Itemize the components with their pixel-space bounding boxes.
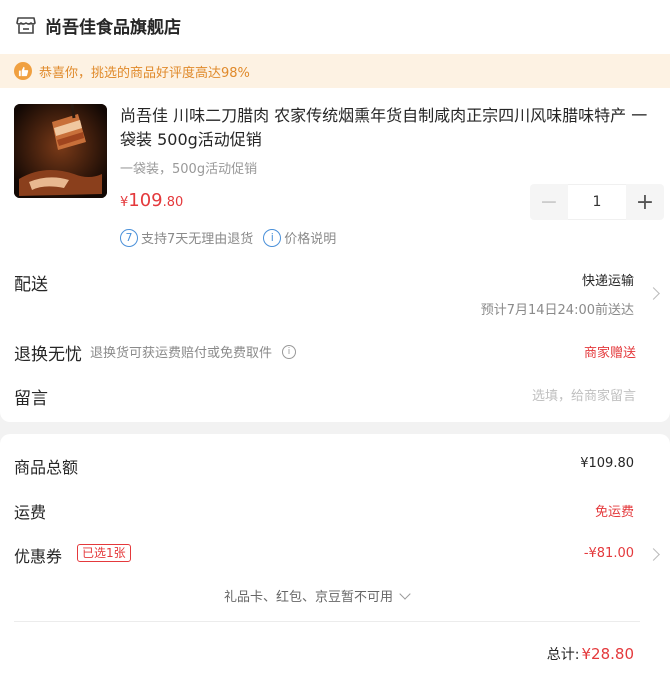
coupon-label: 优惠券: [14, 547, 63, 566]
delivery-method[interactable]: 快递运输: [582, 270, 634, 289]
shipping-value: 免运费: [594, 505, 634, 520]
return-info-icon[interactable]: i: [282, 344, 297, 359]
message-label: 留言: [14, 389, 48, 409]
product-spec: 一袋装，500g活动促销: [120, 162, 258, 177]
praise-notice-bar: 恭喜你，挑选的商品好评度高达98%: [0, 54, 670, 88]
price-decimal: .80: [162, 195, 184, 210]
service-tags: 7 支持7天无理由退货 i 价格说明: [120, 228, 336, 247]
return-worry-desc: 退换货可获运费赔付或免费取件 i: [90, 342, 297, 361]
message-input[interactable]: [386, 386, 636, 406]
quantity-increase-button[interactable]: +: [626, 184, 664, 220]
price-integer: 109: [128, 190, 163, 211]
coupon-value[interactable]: -¥81.00: [584, 546, 634, 561]
goods-total-value: ¥109.80: [580, 456, 634, 471]
shipping-label: 运费: [14, 503, 47, 522]
product-title[interactable]: 尚吾佳 川味二刀腊肉 农家传统烟熏年货自制咸肉正宗四川风味腊味特产 一袋装 50…: [120, 104, 650, 152]
notice-text: 恭喜你，挑选的商品好评度高达98%: [39, 65, 250, 81]
quantity-value[interactable]: 1: [568, 184, 626, 220]
goods-total-label: 商品总额: [14, 458, 79, 477]
delivery-eta[interactable]: 预计7月14日24:00前送达: [481, 299, 634, 318]
unavailable-payments-text: 礼品卡、红包、京豆暂不可用: [224, 590, 394, 605]
seven-day-return-text[interactable]: 支持7天无理由退货: [141, 228, 253, 247]
quantity-decrease-button[interactable]: −: [530, 184, 568, 220]
grand-total: 总计: ¥28.80: [547, 644, 634, 664]
unavailable-payments-toggle[interactable]: 礼品卡、红包、京豆暂不可用: [224, 586, 411, 605]
chevron-down-icon: [399, 587, 411, 600]
info-icon: i: [263, 228, 282, 247]
shop-icon: [16, 17, 36, 34]
price-explanation-link[interactable]: 价格说明: [284, 228, 336, 247]
delivery-label: 配送: [14, 275, 48, 295]
divider: [14, 621, 640, 622]
quantity-stepper[interactable]: − 1 +: [530, 184, 664, 220]
return-worry-desc-text: 退换货可获运费赔付或免费取件: [90, 346, 273, 361]
return-worry-value: 商家赠送: [583, 346, 636, 361]
store-name[interactable]: 尚吾佳食品旗舰店: [45, 13, 181, 38]
coupon-badge[interactable]: 已选1张: [77, 544, 131, 562]
product-price: ¥109.80: [120, 190, 183, 211]
grand-total-value: ¥28.80: [581, 645, 635, 663]
thumbs-up-icon: [14, 62, 32, 80]
store-header[interactable]: 尚吾佳食品旗舰店: [15, 10, 181, 40]
return-worry-label: 退换无忧: [14, 345, 82, 365]
product-image[interactable]: [14, 104, 107, 198]
seven-day-return-icon: 7: [120, 228, 138, 247]
grand-total-label: 总计:: [546, 647, 580, 663]
